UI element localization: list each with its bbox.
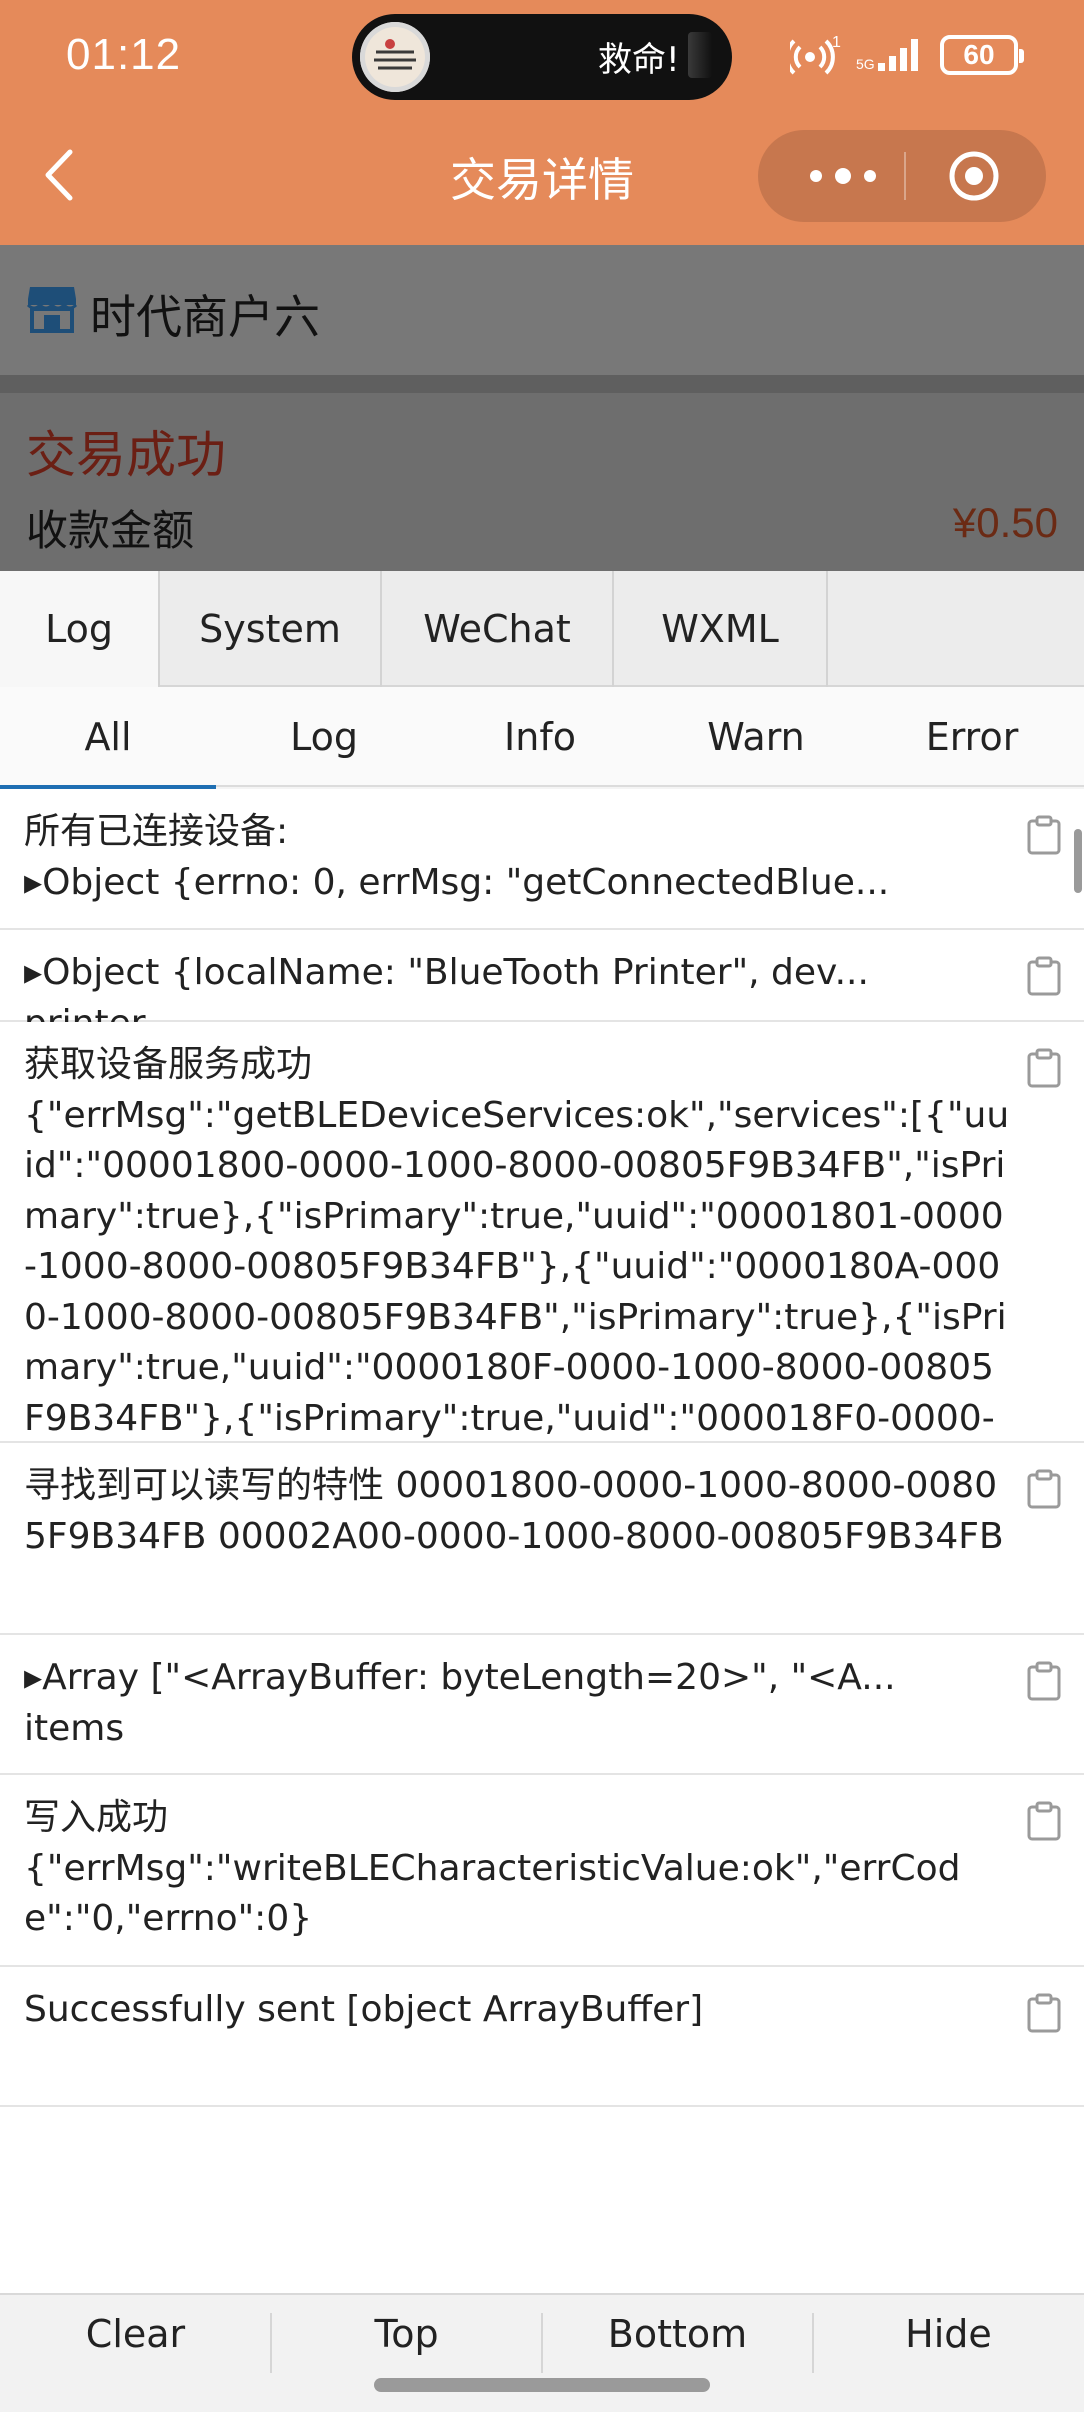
- log-entry[interactable]: 寻找到可以读写的特性 00001800-0000-1000-8000-00805…: [0, 1443, 1084, 1635]
- copy-icon[interactable]: [1026, 1661, 1062, 1701]
- merchant-name: 时代商户六: [90, 290, 320, 344]
- top-button[interactable]: Top: [271, 2295, 542, 2412]
- copy-icon[interactable]: [1026, 1048, 1062, 1088]
- signal-icon: 5G: [856, 37, 926, 73]
- log-entry[interactable]: Successfully sent [object ArrayBuffer]: [0, 1967, 1084, 2107]
- transaction-page: 时代商户六 交易成功 收款金额 ¥0.50: [0, 245, 1084, 571]
- log-text: ▸Array ["<ArrayBuffer: byteLength=20>", …: [24, 1657, 896, 1749]
- battery-indicator: 60: [940, 35, 1024, 75]
- miniprogram-capsule: [758, 130, 1046, 222]
- amount-label: 收款金额: [26, 506, 195, 555]
- log-list[interactable]: 所有已连接设备: ▸Object {errno: 0, errMsg: "get…: [0, 789, 1084, 2299]
- log-filter-tabs: All Log Info Warn Error: [0, 687, 1084, 789]
- tab-wxml[interactable]: WXML: [614, 571, 828, 687]
- svg-text:5G: 5G: [856, 56, 875, 72]
- filter-warn[interactable]: Warn: [648, 687, 864, 787]
- tab-wechat[interactable]: WeChat: [382, 571, 614, 687]
- log-text: 寻找到可以读写的特性 00001800-0000-1000-8000-00805…: [24, 1465, 1004, 1557]
- section-divider: [0, 375, 1084, 393]
- filter-info[interactable]: Info: [432, 687, 648, 787]
- log-entry[interactable]: 写入成功 {"errMsg":"writeBLECharacteristicVa…: [0, 1775, 1084, 1967]
- log-text: 所有已连接设备: ▸Object {errno: 0, errMsg: "get…: [24, 811, 890, 903]
- trade-summary: 交易成功 收款金额 ¥0.50: [0, 393, 1084, 571]
- filter-log[interactable]: Log: [216, 687, 432, 787]
- hotspot-icon: 1: [790, 33, 842, 77]
- filter-error[interactable]: Error: [864, 687, 1080, 787]
- store-icon: [26, 287, 78, 333]
- vconsole-tabs: Log System WeChat WXML: [0, 571, 1084, 687]
- vconsole-footer: Clear Top Bottom Hide: [0, 2293, 1084, 2412]
- copy-icon[interactable]: [1026, 1801, 1062, 1841]
- copy-icon[interactable]: [1026, 956, 1062, 996]
- log-text: 写入成功 {"errMsg":"writeBLECharacteristicVa…: [24, 1797, 961, 1939]
- close-miniprogram-icon[interactable]: [946, 148, 1002, 204]
- tab-system[interactable]: System: [160, 571, 382, 687]
- dynamic-island-notification[interactable]: 救命!: [352, 14, 732, 100]
- log-text: Successfully sent [object ArrayBuffer]: [24, 1989, 704, 2030]
- hide-button[interactable]: Hide: [813, 2295, 1084, 2412]
- vconsole-panel: Log System WeChat WXML All Log Info Warn…: [0, 571, 1084, 2412]
- log-entry[interactable]: 所有已连接设备: ▸Object {errno: 0, errMsg: "get…: [0, 789, 1084, 930]
- trade-status: 交易成功: [26, 426, 226, 484]
- filter-all[interactable]: All: [0, 687, 216, 789]
- copy-icon[interactable]: [1026, 1469, 1062, 1509]
- log-scrollbar[interactable]: [1074, 829, 1082, 893]
- copy-icon[interactable]: [1026, 815, 1062, 855]
- notification-text: 救命!: [598, 40, 680, 80]
- top-bar: 01:12 救命! 1 5G 60 交易详情: [0, 0, 1084, 245]
- clear-button[interactable]: Clear: [0, 2295, 271, 2412]
- status-icons: 1 5G 60: [790, 30, 1024, 80]
- more-icon[interactable]: [798, 160, 888, 192]
- status-time: 01:12: [66, 30, 182, 79]
- log-entry[interactable]: ▸Object {localName: "BlueTooth Printer",…: [0, 930, 1084, 1044]
- signal-superscript: 1: [832, 34, 841, 51]
- tab-log[interactable]: Log: [0, 571, 160, 687]
- log-entry[interactable]: 获取设备服务成功 {"errMsg":"getBLEDeviceServices…: [0, 1022, 1084, 1590]
- bottom-button[interactable]: Bottom: [542, 2295, 813, 2412]
- log-entry[interactable]: ▸Array ["<ArrayBuffer: byteLength=20>", …: [0, 1635, 1084, 1775]
- home-indicator[interactable]: [374, 2378, 710, 2392]
- amount-value: ¥0.50: [952, 499, 1058, 546]
- copy-icon[interactable]: [1026, 1993, 1062, 2033]
- notification-fade: [688, 32, 712, 78]
- merchant-row: 时代商户六: [0, 245, 1084, 375]
- notification-avatar-icon: [360, 22, 430, 92]
- capsule-divider: [904, 152, 906, 200]
